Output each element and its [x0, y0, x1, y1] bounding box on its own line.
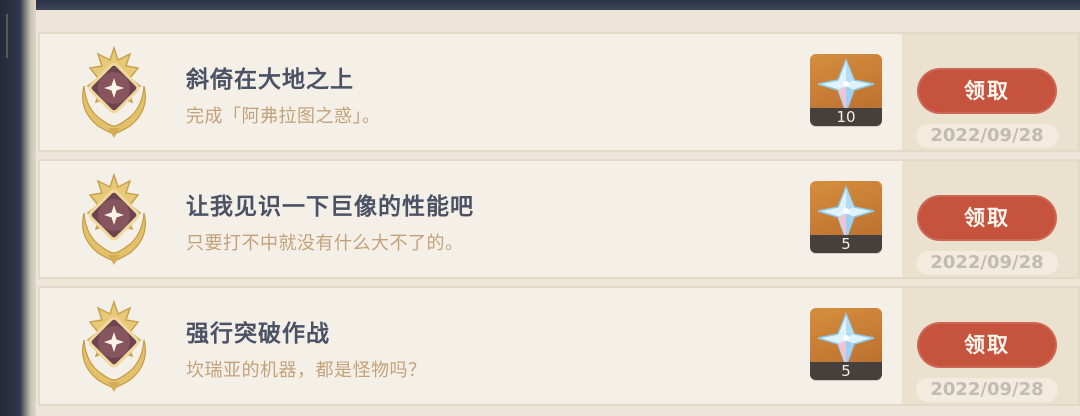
- achievement-description: 坎瑞亚的机器，都是怪物吗？: [186, 360, 427, 381]
- window-left-frame: [0, 0, 36, 416]
- claim-button[interactable]: 领取: [917, 195, 1057, 241]
- achievement-row: 强行突破作战 坎瑞亚的机器，都是怪物吗？ 5 领取 2022/09/28: [38, 286, 1080, 406]
- reward-item[interactable]: 10: [810, 54, 882, 126]
- achievement-description: 只要打不中就没有什么大不了的。: [186, 233, 464, 254]
- achievement-laurel-badge-icon: [68, 294, 160, 394]
- reward-count: 5: [810, 362, 882, 380]
- achievement-laurel-badge-icon: [68, 167, 160, 267]
- claim-button[interactable]: 领取: [917, 68, 1057, 114]
- achievement-laurel-badge-icon: [68, 40, 160, 140]
- window-top-frame: [0, 0, 1080, 10]
- achievement-title: 让我见识一下巨像的性能吧: [186, 194, 474, 220]
- reward-count: 10: [810, 108, 882, 126]
- frame-ornament: [6, 14, 30, 58]
- achievement-date: 2022/09/28: [916, 378, 1058, 402]
- achievement-date: 2022/09/28: [916, 124, 1058, 148]
- reward-item[interactable]: 5: [810, 181, 882, 253]
- achievement-row: 让我见识一下巨像的性能吧 只要打不中就没有什么大不了的。 5 领取 2022/0…: [38, 159, 1080, 279]
- achievement-date: 2022/09/28: [916, 251, 1058, 275]
- reward-item[interactable]: 5: [810, 308, 882, 380]
- claim-button[interactable]: 领取: [917, 322, 1057, 368]
- reward-count: 5: [810, 235, 882, 253]
- achievement-description: 完成「阿弗拉图之惑」。: [186, 106, 381, 127]
- achievement-row: 斜倚在大地之上 完成「阿弗拉图之惑」。 10 领取 2022/09/28: [38, 32, 1080, 152]
- achievement-title: 强行突破作战: [186, 321, 330, 347]
- achievement-title: 斜倚在大地之上: [186, 67, 354, 93]
